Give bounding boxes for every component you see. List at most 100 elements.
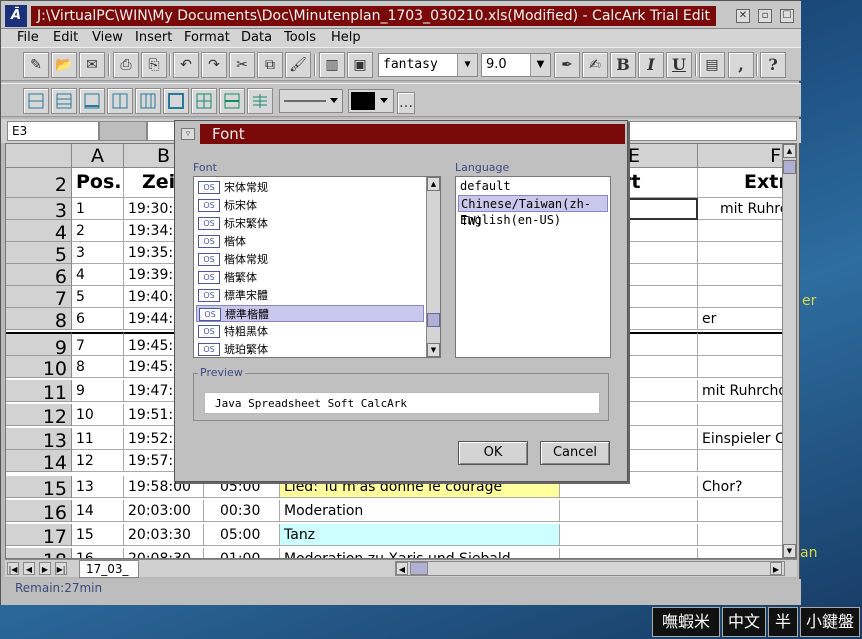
table-cell[interactable]: 7 (72, 332, 124, 356)
dialog-menu-icon[interactable]: ▿ (181, 128, 195, 140)
minimize-icon[interactable]: ▫ (758, 9, 772, 23)
table-cell[interactable] (698, 356, 784, 378)
border-inner-icon[interactable] (107, 88, 133, 114)
table-cell[interactable]: 4 (72, 264, 124, 286)
table-cell[interactable]: Tanz (280, 524, 560, 546)
first-sheet-icon[interactable]: |◀ (7, 562, 19, 575)
vertical-scrollbar[interactable]: ▲ ▼ (782, 144, 796, 558)
column-header-a[interactable]: A (72, 144, 124, 168)
table-cell[interactable]: 14 (72, 500, 124, 522)
ime-input-method[interactable]: 嘸蝦米 (652, 607, 720, 637)
border-thick-icon[interactable] (219, 88, 245, 114)
table-cell[interactable]: 15 (72, 524, 124, 546)
border-grid-icon[interactable] (191, 88, 217, 114)
new-file-icon[interactable]: ✎ (23, 52, 49, 78)
scroll-up-icon[interactable]: ▲ (783, 144, 796, 158)
font-list-scrollbar[interactable]: ▲ ▼ (426, 177, 440, 357)
horizontal-scrollbar[interactable]: ◀ ▶ (395, 561, 785, 576)
font-name-select[interactable]: fantasy ▼ (378, 53, 478, 77)
font-list-item[interactable]: OS 楷体常规 (196, 251, 424, 268)
row-header[interactable]: 7 (6, 286, 72, 310)
table-cell[interactable]: Moderation (280, 500, 560, 522)
italic-button[interactable]: I (638, 52, 664, 78)
table-cell[interactable]: 6 (72, 308, 124, 330)
row-header[interactable]: 8 (6, 308, 72, 332)
scroll-left-icon[interactable]: ◀ (396, 562, 408, 575)
scroll-thumb[interactable] (427, 313, 440, 327)
picture-icon[interactable]: ▣ (347, 52, 373, 78)
currency-icon[interactable]: ▤ (699, 52, 725, 78)
row-header[interactable]: 5 (6, 242, 72, 266)
table-cell[interactable] (698, 286, 784, 308)
row-header[interactable]: 14 (6, 450, 72, 474)
scroll-thumb[interactable] (783, 160, 796, 174)
font-list-item[interactable]: OS 标宋体 (196, 197, 424, 214)
format-painter-icon[interactable]: ✍ (582, 52, 608, 78)
table-cell[interactable]: 13 (72, 476, 124, 498)
table-cell[interactable]: 00:30 (204, 500, 280, 522)
fill-color-icon[interactable]: ✒ (554, 52, 580, 78)
border-outline-icon[interactable] (163, 88, 189, 114)
font-size-select[interactable]: 9.0 ▼ (481, 53, 551, 77)
border-cross-icon[interactable] (247, 88, 273, 114)
table-cell[interactable]: mit Ruhrc (698, 198, 784, 220)
table-cell[interactable]: 3 (72, 242, 124, 264)
menu-insert[interactable]: Insert (135, 30, 172, 45)
bold-button[interactable]: B (610, 52, 636, 78)
cancel-button[interactable]: Cancel (540, 441, 610, 465)
table-cell[interactable] (698, 524, 784, 546)
table-cell[interactable]: 10 (72, 404, 124, 426)
row-header[interactable]: 11 (6, 380, 72, 404)
column-header-corner[interactable] (6, 144, 72, 168)
table-cell[interactable]: 9 (72, 380, 124, 402)
menu-file[interactable]: File (17, 30, 39, 45)
font-list-item[interactable]: OS 楷体 (196, 233, 424, 250)
menu-tools[interactable]: Tools (284, 30, 316, 45)
underline-button[interactable]: U (666, 52, 692, 78)
table-header-cell[interactable]: Extr (698, 168, 784, 198)
table-cell[interactable]: 20:08:30 (124, 548, 204, 558)
ime-half-width[interactable]: 半 (768, 607, 798, 637)
scroll-down-icon[interactable]: ▼ (783, 544, 796, 558)
language-list-item[interactable]: default (458, 178, 608, 195)
cut-icon[interactable]: ✂ (229, 52, 255, 78)
scroll-right-icon[interactable]: ▶ (770, 562, 782, 575)
font-list-item[interactable]: OS 標準楷體 (196, 305, 424, 322)
undo-icon[interactable]: ↶ (173, 52, 199, 78)
font-list-item[interactable]: OS 特粗黑体 (196, 323, 424, 340)
table-cell[interactable]: 5 (72, 286, 124, 308)
prev-sheet-icon[interactable]: ◀ (23, 562, 35, 575)
close-icon[interactable]: ✕ (736, 9, 750, 23)
language-list[interactable]: default Chinese/Taiwan(zh-TW) English(en-U… (455, 176, 611, 358)
table-cell[interactable]: 01:00 (204, 548, 280, 558)
menu-view[interactable]: View (92, 30, 123, 45)
row-header[interactable]: 3 (6, 198, 72, 222)
print-icon[interactable]: ⎙ (113, 52, 139, 78)
menu-format[interactable]: Format (184, 30, 230, 45)
border-bottom-icon[interactable] (79, 88, 105, 114)
print-preview-icon[interactable]: ⎘ (141, 52, 167, 78)
copy-icon[interactable]: ⧉ (257, 52, 283, 78)
table-cell[interactable]: mit Ruhrcho (698, 380, 784, 402)
table-header-cell[interactable]: Pos. (72, 168, 124, 198)
row-header[interactable]: 9 (6, 332, 72, 359)
language-list-item[interactable]: Chinese/Taiwan(zh-TW) (458, 195, 608, 228)
table-cell[interactable] (698, 242, 784, 264)
ime-chinese-mode[interactable]: 中文 (722, 607, 766, 637)
chevron-down-icon[interactable]: ▼ (530, 54, 550, 76)
row-header[interactable]: 18 (6, 548, 72, 558)
font-list-item[interactable]: OS 琥珀繁体 (196, 341, 424, 357)
row-header[interactable]: 15 (6, 476, 72, 500)
table-cell[interactable]: Moderation zu Xaris und Siebald (280, 548, 560, 558)
menu-data[interactable]: Data (241, 30, 272, 45)
row-header[interactable]: 4 (6, 220, 72, 244)
table-cell[interactable] (698, 220, 784, 242)
font-list-item[interactable]: OS 宋体常规 (196, 179, 424, 196)
row-header[interactable]: 16 (6, 500, 72, 524)
table-cell[interactable] (698, 500, 784, 522)
font-list-item[interactable]: OS 標準宋體 (196, 287, 424, 304)
chevron-down-icon[interactable]: ▼ (457, 54, 477, 76)
redo-icon[interactable]: ↷ (201, 52, 227, 78)
scroll-up-icon[interactable]: ▲ (427, 177, 440, 191)
table-cell[interactable]: er (698, 308, 784, 330)
